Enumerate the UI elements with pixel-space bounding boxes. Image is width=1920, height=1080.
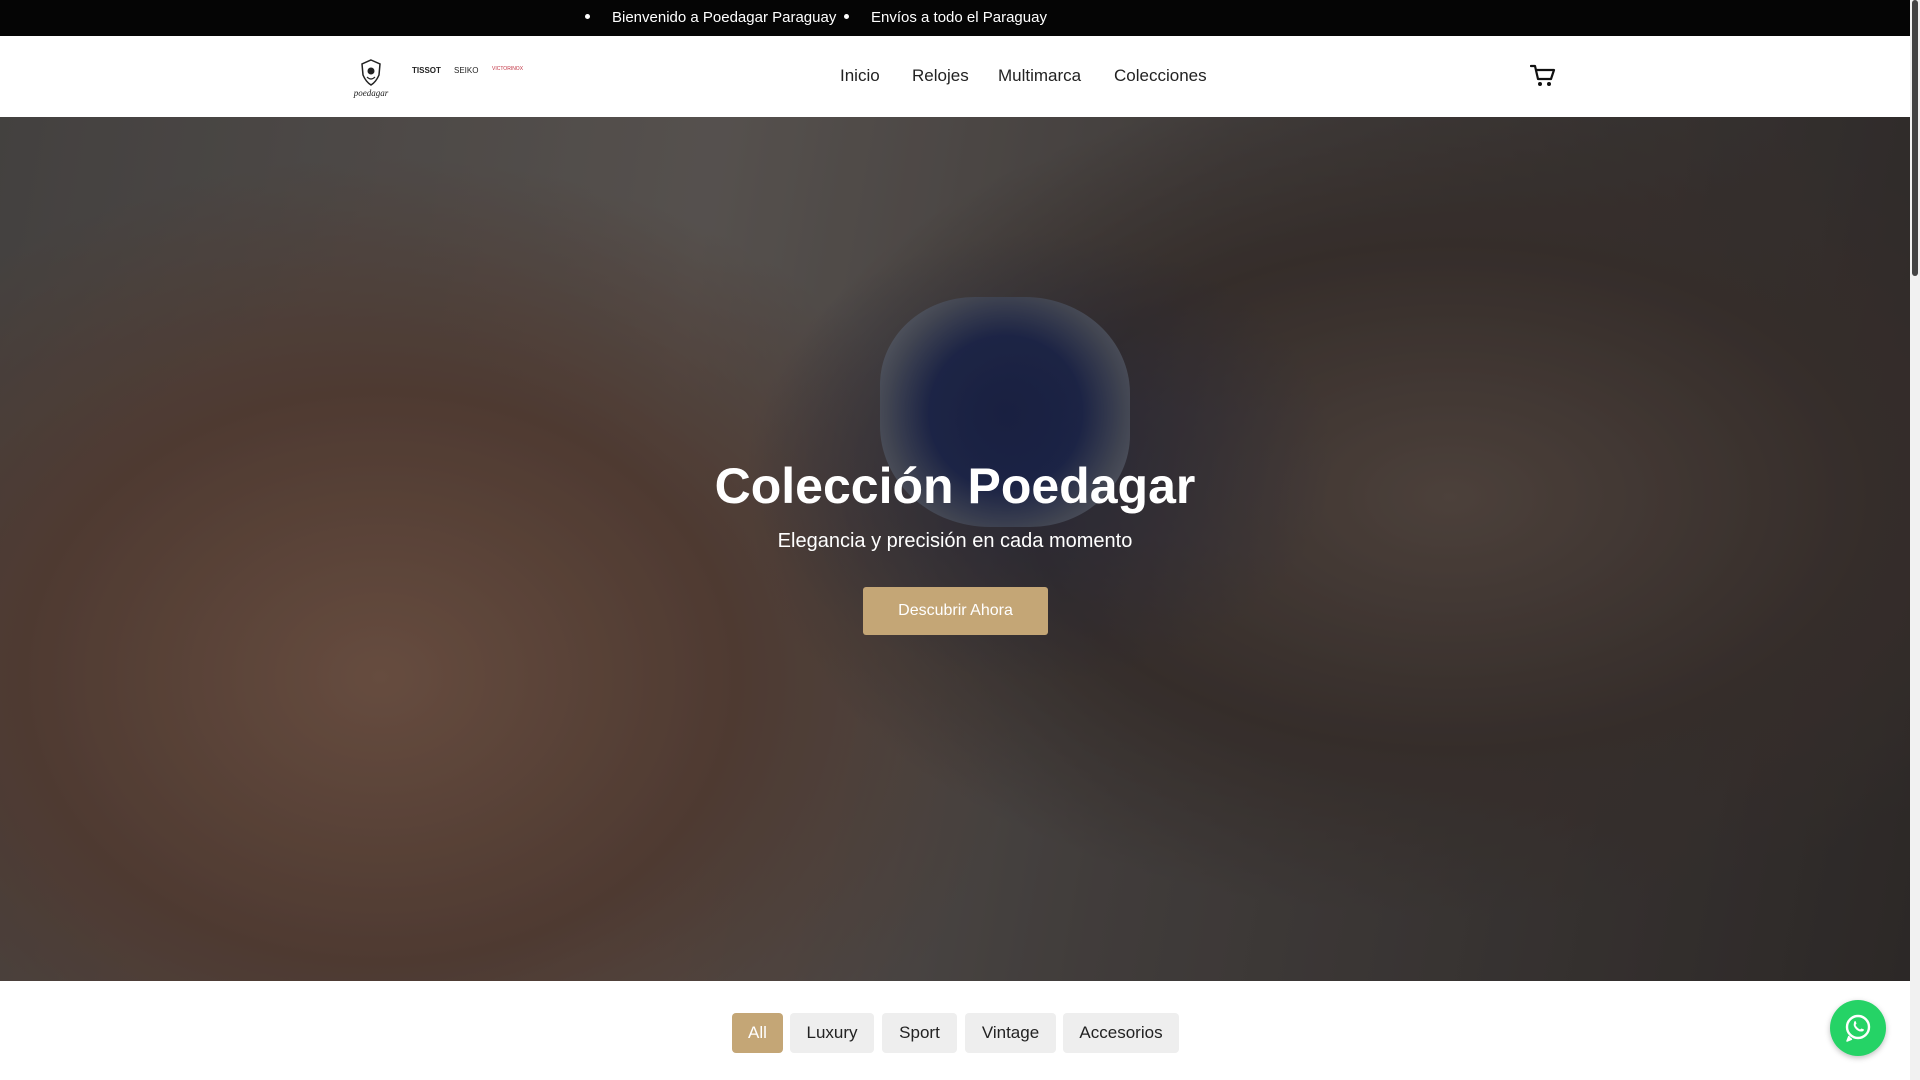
category-filters: All Luxury Sport Vintage Accesorios xyxy=(0,1013,1910,1053)
whatsapp-button[interactable] xyxy=(1830,1000,1886,1056)
discover-button[interactable]: Descubrir Ahora xyxy=(863,587,1048,635)
announcement-text: Bienvenido a Poedagar Paraguay xyxy=(612,9,837,26)
site-header: poedagar TISSOT SEIKO VICTORINOX Inicio … xyxy=(0,36,1910,118)
page-scrollbar[interactable] xyxy=(1910,0,1920,1080)
bullet-icon xyxy=(585,13,590,19)
hero-subtitle: Elegancia y precisión en cada momento xyxy=(777,530,1133,552)
scrollbar-thumb[interactable] xyxy=(1912,0,1918,276)
main-nav: Inicio Relojes Multimarca Colecciones xyxy=(0,66,1910,90)
nav-inicio[interactable]: Inicio xyxy=(840,66,880,86)
bullet-icon xyxy=(844,13,849,19)
nav-colecciones[interactable]: Colecciones xyxy=(1114,66,1207,86)
filter-luxury[interactable]: Luxury xyxy=(790,1013,874,1053)
announcement-item: Bienvenido a Poedagar Paraguay xyxy=(585,9,836,26)
filter-accesorios[interactable]: Accesorios xyxy=(1063,1013,1179,1053)
filter-vintage[interactable]: Vintage xyxy=(965,1013,1056,1053)
nav-multimarca[interactable]: Multimarca xyxy=(998,66,1081,86)
nav-relojes[interactable]: Relojes xyxy=(912,66,969,86)
filter-sport[interactable]: Sport xyxy=(882,1013,957,1053)
filter-all[interactable]: All xyxy=(732,1013,783,1053)
announcement-bar: Bienvenido a Poedagar Paraguay Envíos a … xyxy=(0,0,1920,36)
hero-banner: Colección Poedagar Elegancia y precisión… xyxy=(0,117,1910,981)
whatsapp-icon xyxy=(1845,1014,1871,1042)
cart-icon[interactable] xyxy=(1530,64,1556,88)
hero-title: Colección Poedagar xyxy=(714,458,1196,514)
announcement-item: Envíos a todo el Paraguay xyxy=(844,9,1047,26)
announcement-text: Envíos a todo el Paraguay xyxy=(871,9,1047,26)
